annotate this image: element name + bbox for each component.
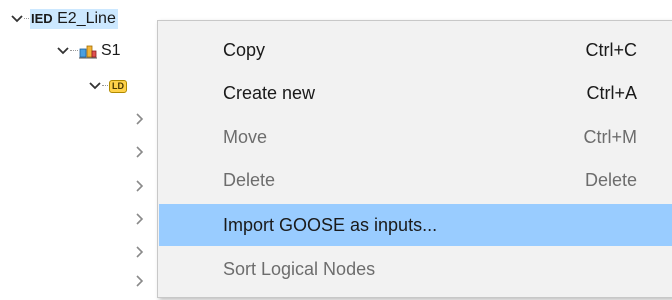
menu-item-label: Copy [223,39,266,60]
ied-tag: IED [31,11,53,26]
menu-item-delete[interactable]: Delete Delete [159,159,672,201]
menu-item-create-new[interactable]: Create new Ctrl+A [159,72,672,114]
tree-node-ied-label[interactable]: IED E2_Line [30,9,118,29]
menu-item-label: Import GOOSE as inputs... [223,214,438,235]
tree-node-collapsed[interactable] [132,241,146,263]
tree-view-window: IED E2_Line S1 LD Copy Ctrl+C Create new… [0,0,672,300]
menu-item-label: Sort Logical Nodes [223,258,376,279]
menu-item-shortcut: Ctrl+M [583,126,638,147]
ied-name: E2_Line [57,10,116,27]
substation-icon [79,43,97,59]
chevron-right-icon[interactable] [132,245,146,259]
menu-item-move[interactable]: Move Ctrl+M [159,116,672,158]
chevron-right-icon[interactable] [132,274,146,288]
tree-node-collapsed[interactable] [132,270,146,292]
chevron-down-icon[interactable] [88,79,102,93]
chevron-right-icon[interactable] [132,212,146,226]
menu-item-label: Delete [223,169,276,190]
tree-node-logical-device[interactable]: LD [88,75,127,97]
tree-node-collapsed[interactable] [132,108,146,130]
tree-node-collapsed[interactable] [132,141,146,163]
tree-connector [24,18,29,20]
context-menu: Copy Ctrl+C Create new Ctrl+A Move Ctrl+… [157,20,672,298]
menu-item-import-goose[interactable]: Import GOOSE as inputs... [159,204,672,246]
chevron-down-icon[interactable] [56,44,70,58]
menu-item-shortcut: Delete [584,169,637,190]
tree-node-collapsed[interactable] [132,175,146,197]
tree-connector [102,85,108,87]
chevron-right-icon[interactable] [132,112,146,126]
menu-item-label: Move [223,126,268,147]
substation-label: S1 [101,42,121,59]
tree-node-collapsed[interactable] [132,208,146,230]
menu-item-shortcut: Ctrl+A [586,82,637,103]
chevron-right-icon[interactable] [132,179,146,193]
ld-badge: LD [109,79,127,93]
tree-connector [70,50,78,52]
chevron-right-icon[interactable] [132,145,146,159]
tree-node-substation[interactable]: S1 [56,40,121,62]
menu-item-shortcut: Ctrl+C [585,39,637,60]
tree-node-ied[interactable]: IED E2_Line [10,8,118,30]
menu-item-copy[interactable]: Copy Ctrl+C [159,29,672,71]
menu-item-label: Create new [223,82,316,103]
menu-item-sort-logical-nodes[interactable]: Sort Logical Nodes [159,248,672,290]
chevron-down-icon[interactable] [10,12,24,26]
